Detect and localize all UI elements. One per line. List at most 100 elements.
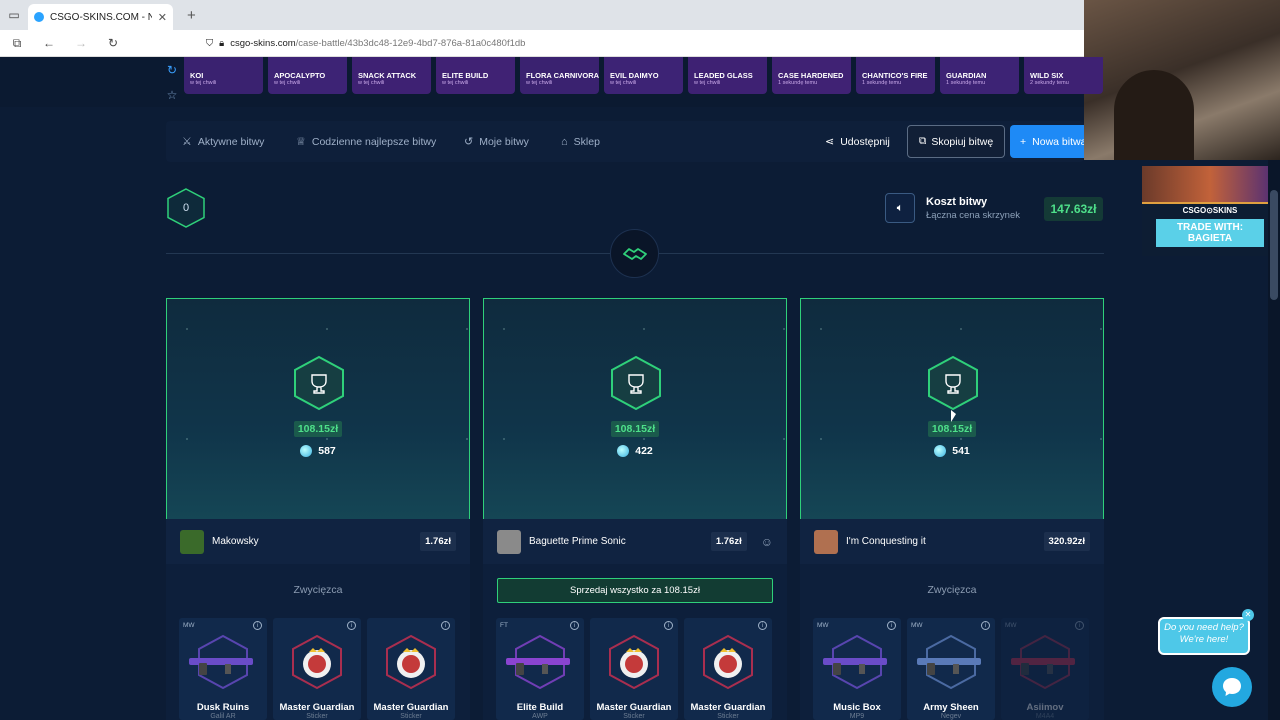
recent-drop[interactable]: SNACK ATTACK w tej chwili	[352, 57, 431, 94]
recent-drop[interactable]: APOCALYPTO w tej chwili	[268, 57, 347, 94]
info-icon[interactable]: i	[981, 621, 990, 630]
avatar[interactable]	[180, 529, 204, 554]
drop-name: KOI	[190, 71, 204, 80]
nav-shop[interactable]: ⌂ Sklep	[561, 121, 600, 162]
lock-icon: 🔒︎	[219, 37, 225, 49]
recent-drop[interactable]: ELITE BUILD w tej chwili	[436, 57, 515, 94]
back-icon[interactable]: ←	[40, 36, 58, 50]
sound-toggle-button[interactable]: 🔈︎	[885, 193, 915, 223]
info-icon[interactable]: i	[664, 621, 673, 630]
item-card[interactable]: i Master Guardian Sticker	[367, 618, 455, 720]
trophy-icon: ♕	[296, 136, 306, 148]
star-icon[interactable]: ☆	[167, 88, 178, 102]
streamer	[1114, 70, 1194, 160]
new-battle-button[interactable]: + Nowa bitwa	[1010, 125, 1084, 158]
coins-row: 541	[801, 445, 1103, 457]
item-card[interactable]: i Master Guardian Sticker	[684, 618, 772, 720]
player-name[interactable]: Baguette Prime Sonic	[529, 536, 703, 547]
drop-name: EVIL DAIMYO	[610, 71, 659, 80]
coin-icon	[300, 445, 313, 457]
chat-line-2: We're here!	[1179, 634, 1229, 645]
smile-icon[interactable]: ☺	[761, 535, 773, 549]
browser-tab[interactable]: CSGO-SKINS.COM - Najlep ✕	[28, 4, 173, 30]
share-label: Udostępnij	[840, 135, 890, 148]
info-icon[interactable]: i	[441, 621, 450, 630]
item-condition: MW	[911, 622, 923, 629]
share-button[interactable]: ⋖ Udostępnij	[825, 121, 890, 162]
sticker-art	[303, 648, 331, 678]
weapon-art	[823, 658, 887, 675]
sell-all-button[interactable]: Sprzedaj wszystko za 108.15zł	[497, 578, 773, 603]
reload-icon[interactable]: ↻	[104, 36, 122, 50]
recent-drop[interactable]: LEADED GLASS w tej chwili	[688, 57, 767, 94]
case-spinner-area: 108.15zł 422	[483, 298, 787, 519]
info-icon[interactable]: i	[1075, 621, 1084, 630]
player-row: Baguette Prime Sonic 1.76zł ☺	[483, 519, 787, 564]
avatar[interactable]	[497, 529, 521, 554]
player-panel: 108.15zł 541 I'm Conquesting it 320.92zł Zwy…	[800, 298, 1104, 720]
scrollbar-thumb[interactable]	[1270, 190, 1278, 300]
chat-bubble-icon	[1223, 678, 1241, 696]
info-icon[interactable]: i	[758, 621, 767, 630]
tab-actions-icon[interactable]: ▭	[0, 0, 28, 30]
item-type: Sticker	[623, 713, 645, 720]
cost-title: Koszt bitwy	[926, 196, 988, 208]
info-icon[interactable]: i	[347, 621, 356, 630]
info-icon[interactable]: i	[887, 621, 896, 630]
nav-active-battles[interactable]: ⚔ Aktywne bitwy	[182, 121, 264, 162]
item-type: Sticker	[717, 713, 739, 720]
workspaces-icon[interactable]: ⧉	[8, 36, 26, 51]
close-tab-icon[interactable]: ✕	[158, 11, 167, 24]
coins-row: 422	[484, 445, 786, 457]
player-items-section: Sprzedaj wszystko za 108.15zł FT i Elite Bu…	[483, 564, 787, 720]
info-icon[interactable]: i	[253, 621, 262, 630]
nav-shop-label: Sklep	[573, 135, 600, 148]
nav-my-battles[interactable]: ↺ Moje bitwy	[464, 121, 529, 162]
recent-drop[interactable]: FLORA CARNIVORA w tej chwili	[520, 57, 599, 94]
copy-battle-button[interactable]: ⧉ Skopiuj bitwę	[907, 125, 1005, 158]
new-tab-icon[interactable]: +	[187, 7, 196, 24]
url-field[interactable]: ⛉ 🔒︎ csgo-skins.com/case-battle/43b3dc48…	[206, 38, 525, 49]
info-icon[interactable]: i	[570, 621, 579, 630]
player-value: 1.76zł	[420, 532, 456, 551]
chat-help-bubble[interactable]: Do you need help? We're here!	[1158, 617, 1250, 655]
weapon-art	[506, 658, 570, 675]
recent-drop[interactable]: KOI w tej chwili	[184, 57, 263, 94]
chat-button[interactable]	[1212, 667, 1252, 707]
player-name[interactable]: Makowsky	[212, 536, 412, 547]
player-name[interactable]: I'm Conquesting it	[846, 536, 1036, 547]
recent-drop[interactable]: WILD SIX 2 sekundy temu	[1024, 57, 1103, 94]
drop-name: FLORA CARNIVORA	[526, 71, 600, 80]
coins-value: 587	[318, 445, 336, 457]
refresh-icon[interactable]: ↻	[167, 63, 177, 77]
drop-time: w tej chwili	[358, 80, 385, 86]
recent-drop[interactable]: CASE HARDENED 1 sekundę temu	[772, 57, 851, 94]
item-card[interactable]: i Master Guardian Sticker	[590, 618, 678, 720]
recent-drops-strip: ↻ ☆ KOI w tej chwili APOCALYPTO w tej chwil…	[0, 57, 1103, 107]
nav-daily-best[interactable]: ♕ Codzienne najlepsze bitwy	[296, 121, 436, 162]
player-panel: 108.15zł 422 Baguette Prime Sonic 1.76zł ☺ Sp…	[483, 298, 787, 720]
item-card[interactable]: i Master Guardian Sticker	[273, 618, 361, 720]
close-chat-bubble-icon[interactable]: ✕	[1242, 609, 1254, 621]
prize-value: 108.15zł	[610, 421, 660, 437]
item-card[interactable]: MW i Music Box MP9	[813, 618, 901, 720]
recent-drop[interactable]: EVIL DAIMYO w tej chwili	[604, 57, 683, 94]
shield-icon: ⛉	[206, 37, 214, 49]
promo-trade-label: TRADE WITH:	[1176, 222, 1244, 233]
page-scrollbar[interactable]	[1268, 160, 1280, 720]
item-condition: MW	[1005, 622, 1017, 629]
drop-time: 2 sekundy temu	[1030, 80, 1069, 86]
sticker-art	[620, 648, 648, 678]
item-list: MW i Dusk Ruins Galil AR i Master Guardian Sti…	[179, 618, 459, 720]
forward-icon[interactable]: →	[72, 36, 90, 50]
recent-drop[interactable]: CHANTICO'S FIRE 1 sekundę temu	[856, 57, 935, 94]
item-card[interactable]: MW i Army Sheen Negev	[907, 618, 995, 720]
item-card[interactable]: FT i Elite Build AWP	[496, 618, 584, 720]
avatar[interactable]	[814, 529, 838, 554]
url-host: csgo-skins.com	[230, 37, 296, 49]
item-name: Master Guardian	[690, 702, 766, 713]
item-card[interactable]: MW i Asiimov M4A4	[1001, 618, 1089, 720]
item-card[interactable]: MW i Dusk Ruins Galil AR	[179, 618, 267, 720]
recent-drop[interactable]: GUARDIAN 1 sekundę temu	[940, 57, 1019, 94]
item-type: MP9	[849, 713, 865, 720]
